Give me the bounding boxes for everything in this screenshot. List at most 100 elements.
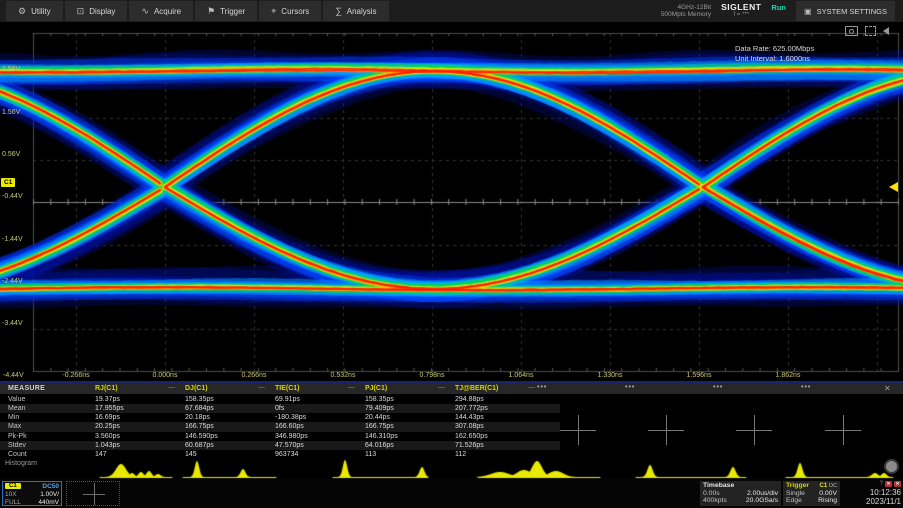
measure-column-header[interactable]: DJ(C1): [185, 385, 208, 392]
channel1-badge: C1: [5, 483, 21, 489]
measure-value-cell: 162.650ps: [455, 433, 488, 440]
fullscreen-icon[interactable]: [865, 26, 876, 36]
remove-measure-icon[interactable]: —: [438, 384, 445, 391]
measure-row-label: Min: [8, 414, 19, 421]
measure-column-header[interactable]: TJ@BER(C1): [455, 385, 498, 392]
measure-value-cell: 158.35ps: [185, 396, 214, 403]
x-axis-label: -0.266ns: [62, 372, 89, 379]
more-measure-icon[interactable]: •••: [625, 384, 635, 391]
empty-measure-slot[interactable]: [560, 415, 596, 445]
sound-muted-icon: ✕: [885, 481, 892, 487]
measure-value-cell: 71.526ps: [455, 442, 484, 449]
measure-value-cell: 166.75ps: [365, 423, 394, 430]
bottom-bar: C1 DC50 10X 1.00V/ FULL 440mV Timebase 0…: [0, 479, 903, 508]
menu-item-label: Trigger: [220, 7, 245, 16]
measure-value-cell: 16.69ps: [95, 414, 120, 421]
menu-item-label: Display: [89, 7, 115, 16]
menu-item-label: Acquire: [154, 7, 181, 16]
gesture-circle-button[interactable]: [884, 459, 899, 474]
system-settings-button[interactable]: ▣ SYSTEM SETTINGS: [796, 1, 895, 21]
measure-column-header[interactable]: RJ(C1): [95, 385, 118, 392]
measure-value-cell: 166.75ps: [185, 423, 214, 430]
trigger-descriptor[interactable]: Trigger C1 DC Single 0.00V Edge Rising: [783, 481, 840, 506]
y-axis-label: -0.44V: [2, 193, 23, 200]
camera-icon[interactable]: [845, 26, 858, 36]
network-error-icon: ✕: [894, 481, 901, 487]
measure-value-cell: 3.560ps: [95, 433, 120, 440]
more-measure-icon[interactable]: •••: [713, 384, 723, 391]
timebase-descriptor[interactable]: Timebase 0.00s 2.00us/div 400kpts 20.0GS…: [700, 481, 781, 506]
measure-value-cell: 20.25ps: [95, 423, 120, 430]
measure-value-cell: 60.687ps: [185, 442, 214, 449]
y-axis-label: 1.56V: [2, 109, 20, 116]
channel1-bandwidth: FULL: [5, 499, 21, 506]
menu-item-utility[interactable]: ⚙ Utility: [6, 1, 63, 21]
y-axis-label: 0.56V: [2, 151, 20, 158]
measure-value-cell: 307.08ps: [455, 423, 484, 430]
trigger-slope: Rising: [818, 497, 837, 504]
unit-interval-label: Unit Interval: 1.6000ns: [735, 54, 814, 64]
channel1-descriptor[interactable]: C1 DC50 10X 1.00V/ FULL 440mV: [2, 481, 62, 506]
menu-item-label: Analysis: [347, 7, 377, 16]
measure-row-label: Max: [8, 423, 21, 430]
measure-value-cell: 346.980ps: [275, 433, 308, 440]
measure-value-cell: 79.409ps: [365, 405, 394, 412]
close-icon[interactable]: ✕: [884, 384, 891, 393]
trigger-level-marker[interactable]: [889, 182, 898, 192]
remove-measure-icon[interactable]: —: [168, 384, 175, 391]
gear-icon: ⚙: [18, 6, 26, 17]
channel1-offset: 440mV: [38, 499, 59, 506]
menu-item-display[interactable]: ⊡ Display: [65, 1, 128, 21]
measure-column-header[interactable]: TIE(C1): [275, 385, 300, 392]
measure-value-cell: 166.60ps: [275, 423, 304, 430]
x-axis-label: 1.862ns: [776, 372, 801, 379]
menu-item-acquire[interactable]: ∿ Acquire: [129, 1, 193, 21]
measure-row-label: Count: [8, 451, 27, 458]
trigger-frequency: f = ***: [721, 11, 761, 19]
timebase-title: Timebase: [703, 482, 734, 489]
spec-line1: 4GHz-12Bit: [661, 4, 711, 12]
measure-row-label: Value: [8, 396, 25, 403]
add-channel-button[interactable]: [66, 481, 120, 506]
oscilloscope-screen: ⚙ Utility ⊡ Display ∿ Acquire ⚑ Trigger ⌖Cursors…: [0, 0, 903, 508]
remove-measure-icon[interactable]: —: [348, 384, 355, 391]
measure-value-cell: 1.043ps: [95, 442, 120, 449]
measure-title: MEASURE: [8, 385, 45, 392]
remove-measure-icon[interactable]: —: [528, 384, 535, 391]
clock-time: 10:12:36: [843, 488, 901, 497]
y-axis-label: -3.44V: [2, 320, 23, 327]
trigger-mode: Single: [786, 490, 805, 497]
system-settings-label: SYSTEM SETTINGS: [817, 7, 887, 16]
run-status[interactable]: Run: [771, 3, 786, 12]
menu-item-analysis[interactable]: ∑Analysis: [323, 1, 388, 21]
empty-measure-slot[interactable]: [825, 415, 861, 445]
user-icon: ▣: [804, 7, 812, 16]
menu-item-label: Utility: [31, 7, 51, 16]
timebase-scale: 2.00us/div: [747, 490, 778, 497]
menu-item-cursors[interactable]: ⌖Cursors: [259, 1, 321, 21]
data-rate-label: Data Rate: 625.00Mbps: [735, 44, 814, 54]
measure-value-cell: 112: [455, 451, 466, 458]
speaker-icon[interactable]: [883, 27, 889, 35]
x-axis-label: 0.532ns: [331, 372, 356, 379]
y-axis-label: -2.44V: [2, 278, 23, 285]
empty-measure-slot[interactable]: [648, 415, 684, 445]
trigger-icon: ⚑: [207, 6, 215, 17]
timebase-delay: 0.00s: [703, 490, 720, 497]
timebase-samplerate: 20.0GSa/s: [746, 497, 778, 504]
empty-measure-slot[interactable]: [736, 415, 772, 445]
measure-value-cell: 963734: [275, 451, 298, 458]
measure-value-cell: 17.955ps: [95, 405, 124, 412]
more-measure-icon[interactable]: •••: [801, 384, 811, 391]
measure-column-header[interactable]: PJ(C1): [365, 385, 387, 392]
cursors-icon: ⌖: [271, 6, 276, 17]
channel-position-marker[interactable]: C1: [1, 178, 15, 187]
plot-toolbar: [845, 26, 889, 36]
y-axis-label: -1.44V: [2, 236, 23, 243]
acquire-icon: ∿: [141, 6, 149, 17]
menu-item-trigger[interactable]: ⚑ Trigger: [195, 1, 257, 21]
more-measure-icon[interactable]: •••: [537, 384, 547, 391]
clock-date: 2023/11/1: [843, 497, 901, 506]
remove-measure-icon[interactable]: —: [258, 384, 265, 391]
display-icon: ⊡: [77, 6, 85, 17]
